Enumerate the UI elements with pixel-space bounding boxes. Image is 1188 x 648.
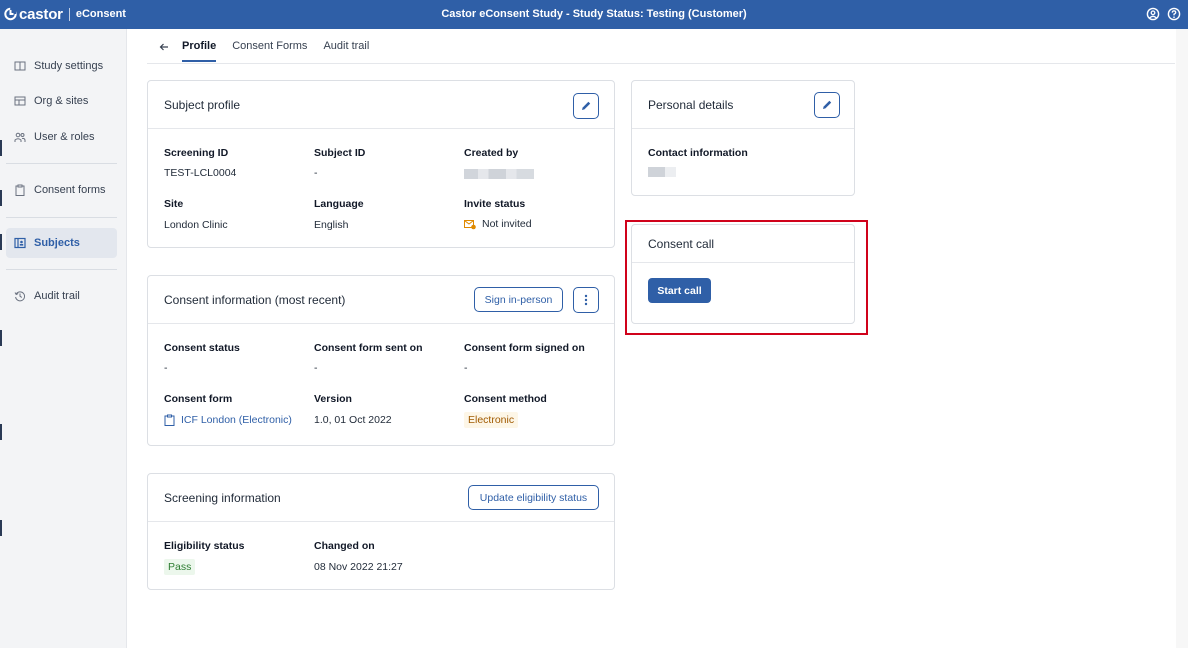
changed-on-label: Changed on (314, 540, 375, 552)
consent-method-badge: Electronic (464, 412, 519, 428)
consent-signed-value: - (464, 362, 468, 374)
site-value: London Clinic (164, 219, 228, 231)
consent-method-value: Electronic (464, 412, 519, 428)
user-account-icon[interactable] (1146, 7, 1160, 21)
sign-in-person-button[interactable]: Sign in-person (474, 287, 563, 312)
language-label: Language (314, 198, 364, 210)
sidebar-item-label: Consent forms (34, 184, 106, 196)
clipboard-icon (15, 184, 25, 196)
sidebar-divider (6, 217, 117, 218)
consent-method-label: Consent method (464, 393, 547, 405)
profile-tabs: Profile Consent Forms Audit trail (158, 40, 385, 62)
redacted-name (464, 169, 534, 179)
language-value: English (314, 219, 349, 231)
consent-sent-value: - (314, 362, 318, 374)
card-header: Screening information Update eligibility… (148, 474, 614, 522)
invite-status-text: Not invited (482, 218, 532, 230)
invite-status-label: Invite status (464, 198, 526, 210)
sidebar-divider (6, 163, 117, 164)
card-title: Screening information (164, 491, 281, 505)
screening-id-label: Screening ID (164, 147, 229, 159)
clipboard-icon (164, 414, 175, 426)
sidebar-item-label: User & roles (34, 131, 95, 143)
sidebar-item-subjects[interactable]: Subjects (6, 228, 117, 258)
changed-on-value: 08 Nov 2022 21:27 (314, 561, 403, 573)
building-icon (14, 96, 26, 106)
created-by-value-redacted (464, 169, 534, 179)
card-title: Personal details (648, 98, 734, 112)
tab-profile[interactable]: Profile (182, 40, 217, 62)
subject-id-value: - (314, 167, 318, 179)
consent-form-link[interactable]: ICF London (Electronic) (164, 414, 292, 426)
card-header: Personal details (632, 81, 854, 129)
subject-profile-card: Subject profile Screening ID TEST-LCL000… (147, 80, 615, 248)
screening-information-card: Screening information Update eligibility… (147, 473, 615, 590)
sidebar-item-user-roles[interactable]: User & roles (6, 122, 117, 152)
sidebar-item-label: Study settings (34, 60, 104, 72)
sidebar-divider (6, 269, 117, 270)
users-icon (14, 132, 26, 142)
update-eligibility-button[interactable]: Update eligibility status (468, 485, 599, 510)
pencil-icon (582, 101, 591, 110)
tab-consent-forms[interactable]: Consent Forms (232, 40, 307, 62)
subject-id-icon (14, 237, 26, 249)
more-options-button[interactable] (573, 287, 599, 313)
consent-form-label: Consent form (164, 393, 233, 405)
card-header: Subject profile (148, 81, 614, 129)
created-by-label: Created by (464, 147, 519, 159)
window-edge (0, 190, 2, 206)
contact-info-value-redacted (648, 167, 676, 177)
site-label: Site (164, 198, 184, 210)
help-icon[interactable] (1167, 7, 1181, 21)
card-title: Consent information (most recent) (164, 293, 346, 307)
eligibility-status-value: Pass (164, 559, 196, 575)
consent-status-label: Consent status (164, 342, 240, 354)
version-label: Version (314, 393, 352, 405)
tabs-divider (147, 63, 1175, 64)
redacted-contact (648, 167, 676, 177)
invite-status-value: Not invited (464, 218, 532, 230)
sidebar-item-audit-trail[interactable]: Audit trail (6, 281, 117, 311)
tab-audit-trail[interactable]: Audit trail (323, 40, 369, 62)
eligibility-status-label: Eligibility status (164, 540, 245, 552)
personal-details-card: Personal details Contact information (631, 80, 855, 196)
book-icon (14, 61, 26, 71)
window-edge (0, 330, 2, 346)
card-title: Subject profile (164, 98, 241, 112)
screening-id-value: TEST-LCL0004 (164, 167, 237, 179)
consent-status-value: - (164, 362, 168, 374)
window-edge (0, 424, 2, 440)
top-bar: castor eConsent Castor eConsent Study - … (0, 0, 1188, 29)
sidebar-item-label: Subjects (34, 237, 80, 249)
scroll-gutter (1176, 29, 1188, 648)
sidebar: Study settings Org & sites User & roles … (0, 29, 127, 648)
consent-form-name: ICF London (Electronic) (181, 414, 292, 426)
window-edge (0, 140, 2, 156)
back-arrow-icon[interactable] (158, 41, 170, 53)
window-edge (0, 520, 2, 536)
consent-signed-label: Consent form signed on (464, 342, 585, 354)
highlight-box (625, 220, 868, 335)
sidebar-item-label: Audit trail (34, 290, 80, 302)
eligibility-badge: Pass (164, 559, 196, 575)
consent-information-card: Consent information (most recent) Sign i… (147, 275, 615, 446)
edit-subject-profile-button[interactable] (573, 93, 599, 119)
edit-personal-details-button[interactable] (814, 92, 840, 118)
envelope-warning-icon (464, 219, 476, 229)
sidebar-item-consent-forms[interactable]: Consent forms (6, 175, 117, 205)
window-edge (0, 234, 2, 250)
history-icon (14, 291, 26, 302)
sidebar-item-org-sites[interactable]: Org & sites (6, 86, 117, 116)
contact-info-label: Contact information (648, 147, 748, 159)
study-title: Castor eConsent Study - Study Status: Te… (441, 8, 747, 20)
pencil-icon (823, 100, 832, 109)
version-value: 1.0, 01 Oct 2022 (314, 414, 392, 426)
card-header: Consent information (most recent) Sign i… (148, 276, 614, 324)
sidebar-item-study-settings[interactable]: Study settings (6, 51, 117, 81)
consent-sent-label: Consent form sent on (314, 342, 423, 354)
subject-id-label: Subject ID (314, 147, 366, 159)
kebab-menu-icon (584, 294, 588, 306)
sidebar-item-label: Org & sites (34, 95, 89, 107)
